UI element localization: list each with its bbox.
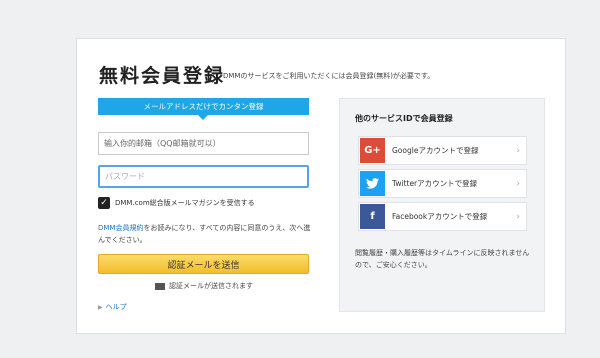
- google-signup-button[interactable]: G+ Googleアカウントで登録 ›: [358, 136, 527, 165]
- email-signup-banner: メールアドレスだけでカンタン登録: [98, 98, 309, 115]
- terms-text: DMM会員規約をお読みになり、すべての内容に同意のうえ、次へ進んでください。: [98, 222, 312, 246]
- newsletter-row: ✓ DMM.com総合版メールマガジンを受信する: [98, 197, 255, 209]
- help-label: ヘルプ: [105, 303, 127, 311]
- banner-arrow-icon: [198, 115, 208, 120]
- twitter-icon: [360, 171, 385, 196]
- google-signup-label: Googleアカウントで登録: [392, 146, 479, 155]
- chevron-right-icon: ›: [516, 178, 520, 189]
- facebook-icon: f: [360, 204, 385, 229]
- send-verification-button[interactable]: 認証メールを送信: [98, 254, 309, 274]
- twitter-signup-button[interactable]: Twitterアカウントで登録 ›: [358, 169, 527, 198]
- notice-text: 認証メールが送信されます: [169, 282, 253, 290]
- newsletter-checkbox[interactable]: ✓: [98, 197, 110, 209]
- chevron-right-icon: ›: [516, 145, 520, 156]
- facebook-signup-button[interactable]: f Facebookアカウントで登録 ›: [358, 202, 527, 231]
- chevron-right-icon: ▶: [98, 304, 103, 311]
- email-field[interactable]: [98, 132, 309, 155]
- chevron-right-icon: ›: [516, 211, 520, 222]
- password-field[interactable]: [98, 165, 309, 188]
- registration-card: 無料会員登録 DMMのサービスをご利用いただくには会員登録(無料)が必要です。 …: [76, 38, 566, 334]
- help-link[interactable]: ▶ ヘルプ: [98, 302, 127, 312]
- twitter-signup-label: Twitterアカウントで登録: [392, 179, 478, 188]
- verification-notice: 認証メールが送信されます: [155, 281, 253, 291]
- facebook-signup-label: Facebookアカウントで登録: [392, 212, 488, 221]
- other-services-title: 他のサービスIDで会員登録: [355, 114, 453, 123]
- page-title: 無料会員登録: [99, 65, 226, 87]
- timeline-note: 閲覧履歴・購入履歴等はタイムラインに反映されませんので、ご安心ください。: [355, 249, 530, 269]
- mail-icon: [155, 282, 165, 290]
- other-services-panel: 他のサービスIDで会員登録 G+ Googleアカウントで登録 › Twitte…: [339, 98, 545, 312]
- newsletter-label[interactable]: DMM.com総合版メールマガジンを受信する: [115, 198, 255, 208]
- google-plus-icon: G+: [360, 138, 385, 163]
- page-subtitle: DMMのサービスをご利用いただくには会員登録(無料)が必要です。: [223, 72, 435, 80]
- terms-link[interactable]: DMM会員規約: [98, 224, 143, 232]
